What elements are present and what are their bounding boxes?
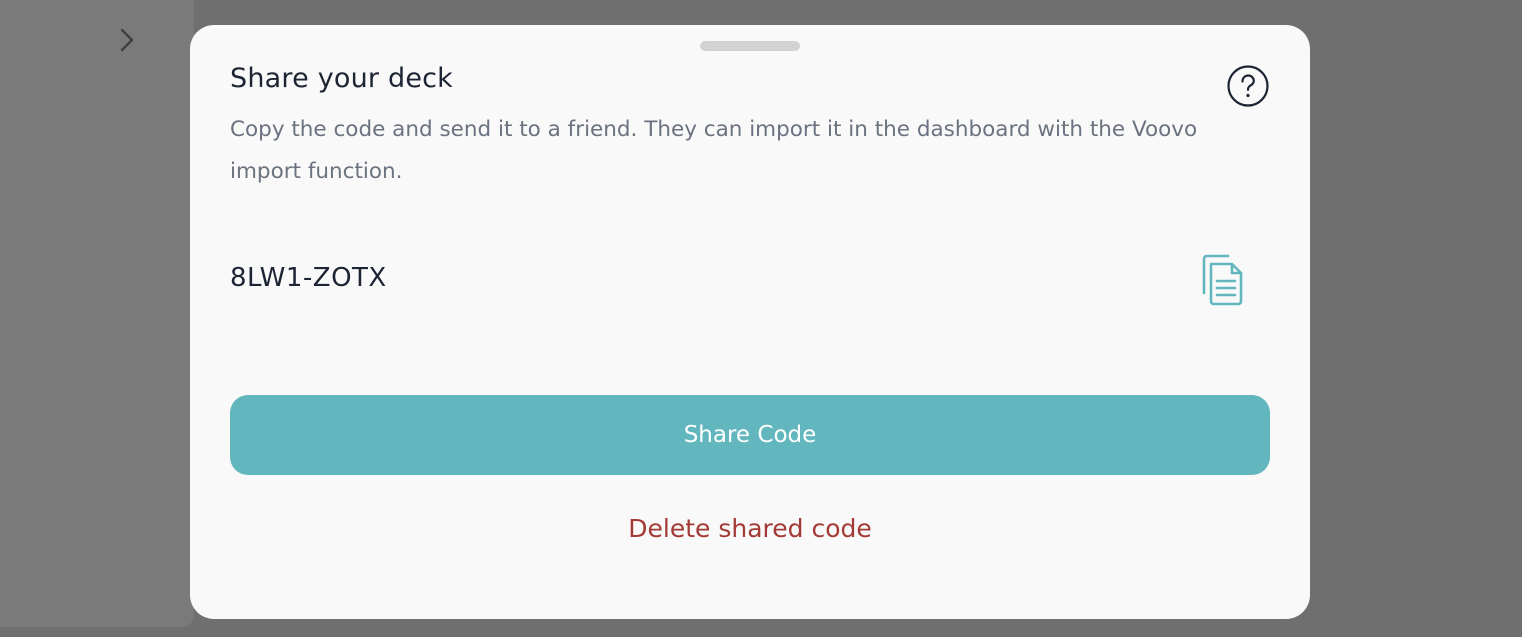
modal-title: Share your deck: [230, 63, 454, 94]
background-sidebar: [0, 0, 194, 627]
delete-shared-code-button[interactable]: Delete shared code: [230, 505, 1270, 551]
drag-handle[interactable]: [700, 41, 800, 51]
copy-code-button[interactable]: [1198, 253, 1246, 307]
question-circle-icon: [1227, 65, 1269, 111]
chevron-right-icon: [114, 26, 142, 54]
help-button[interactable]: [1227, 65, 1269, 107]
share-deck-modal: Share your deck Copy the code and send i…: [190, 25, 1310, 619]
share-code-button[interactable]: Share Code: [230, 395, 1270, 475]
share-code-value: 8LW1-ZOTX: [230, 263, 387, 293]
modal-description: Copy the code and send it to a friend. T…: [230, 117, 1198, 184]
clipboard-copy-icon: [1198, 254, 1246, 311]
